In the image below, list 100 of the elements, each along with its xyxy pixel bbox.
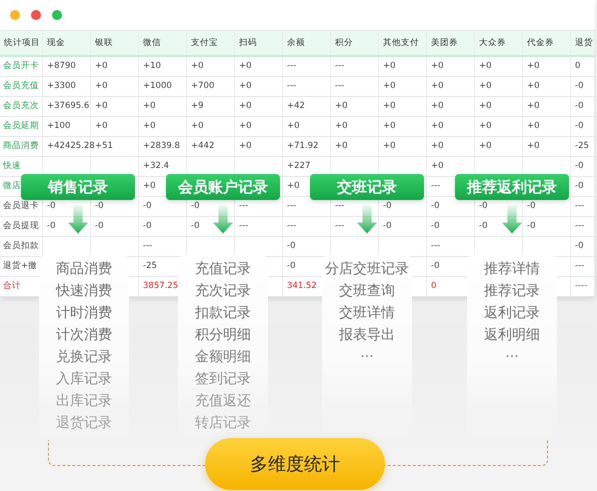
record-link[interactable]: 签到记录 <box>195 368 251 390</box>
table-cell: --- <box>335 61 344 72</box>
table-cell: +9 <box>191 101 204 112</box>
table-cell: +51 <box>95 141 113 152</box>
record-link[interactable]: 返利记录 <box>484 302 540 324</box>
record-link[interactable]: 交班详情 <box>339 302 395 324</box>
table-cell: +0 <box>431 161 444 172</box>
record-link[interactable]: 兑换记录 <box>56 346 112 368</box>
table-cell: --- <box>575 201 584 212</box>
table-cell: +0 <box>383 61 396 72</box>
record-link[interactable]: 商品消费 <box>56 258 112 280</box>
row-label: 会员扣款 <box>3 241 39 252</box>
table-cell: +0 <box>479 141 492 152</box>
record-link[interactable]: 快速消费 <box>56 280 112 302</box>
table-cell: ---- <box>575 281 588 292</box>
table-cell: +0 <box>287 121 300 132</box>
table-cell: +0 <box>239 81 252 92</box>
record-link[interactable]: 返利明细 <box>484 324 540 346</box>
table-cell: 3857.25 <box>143 281 178 292</box>
table-cell: --- <box>287 61 296 72</box>
table-cell: +0 <box>335 141 348 152</box>
record-link[interactable]: 出库记录 <box>56 390 112 412</box>
table-cell: +0 <box>335 121 348 132</box>
table-cell: +8790 <box>47 61 76 72</box>
table-cell: 0 <box>575 61 580 72</box>
table-cell: -25 <box>143 261 157 272</box>
row-label: 会员提现 <box>3 221 39 232</box>
record-link[interactable]: 积分明细 <box>195 324 251 346</box>
table-cell: --- <box>575 221 584 232</box>
table-cell: +0 <box>431 121 444 132</box>
category-button[interactable]: 销售记录 <box>21 174 135 200</box>
record-link[interactable]: ··· <box>360 346 374 368</box>
record-link[interactable]: 分店交班记录 <box>325 258 409 280</box>
record-link[interactable]: 报表导出 <box>339 324 395 346</box>
table-cell: +0 <box>431 141 444 152</box>
table-cell: +0 <box>239 101 252 112</box>
table-cell: -0 <box>431 201 440 212</box>
table-cell: +2839.8 <box>143 141 180 152</box>
table-cell: --- <box>287 221 296 232</box>
table-cell: -0 <box>383 201 392 212</box>
table-cell: --- <box>239 221 248 232</box>
table-cell: --- <box>143 241 152 252</box>
record-link[interactable]: 充次记录 <box>195 280 251 302</box>
table-cell: -0 <box>95 201 104 212</box>
table-cell: +700 <box>191 81 214 92</box>
table-cell: +42425.28 <box>47 141 95 152</box>
table-cell: 0 <box>431 281 436 292</box>
table-cell: -0 <box>287 261 296 272</box>
table-cell: -0 <box>431 221 440 232</box>
table-cell: +0 <box>143 101 156 112</box>
window-control-dot[interactable] <box>52 10 62 20</box>
window-control-dot[interactable] <box>10 10 20 20</box>
table-cell: +0 <box>479 121 492 132</box>
table-cell: +71.92 <box>287 141 318 152</box>
table-cell: -0 <box>431 261 440 272</box>
table-cell: +0 <box>287 181 300 192</box>
record-link[interactable]: 充值返还 <box>195 390 251 412</box>
table-cell: +0 <box>239 61 252 72</box>
record-link[interactable]: 扣款记录 <box>195 302 251 324</box>
summary-button[interactable]: 多维度统计 <box>205 438 385 490</box>
column-header: 退货 <box>575 38 593 48</box>
table-cell: +0 <box>143 181 156 192</box>
table-cell: -0 <box>383 221 392 232</box>
record-link[interactable]: 计次消费 <box>56 324 112 346</box>
column-header: 支付宝 <box>191 38 218 48</box>
table-cell: +0 <box>431 81 444 92</box>
category-button[interactable]: 推荐返利记录 <box>455 174 569 200</box>
record-link[interactable]: ··· <box>505 346 519 368</box>
record-link[interactable]: 充值记录 <box>195 258 251 280</box>
column-header: 银联 <box>95 38 113 48</box>
table-cell: -25 <box>575 141 589 152</box>
record-link[interactable]: 入库记录 <box>56 368 112 390</box>
table-cell: +227 <box>287 161 310 172</box>
record-link[interactable]: 交班查询 <box>339 280 395 302</box>
record-link[interactable]: 计时消费 <box>56 302 112 324</box>
table-cell: -0 <box>575 241 584 252</box>
table-cell: -0 <box>575 161 584 172</box>
table-cell: -0 <box>527 221 536 232</box>
window-control-dot[interactable] <box>31 10 41 20</box>
table-cell: -0 <box>575 121 584 132</box>
category-button[interactable]: 交班记录 <box>310 174 424 200</box>
table-cell: -0 <box>143 221 152 232</box>
table-cell: +0 <box>383 101 396 112</box>
column-header: 余额 <box>287 38 305 48</box>
record-link[interactable]: 推荐详情 <box>484 258 540 280</box>
table-cell: -0 <box>287 241 296 252</box>
table-cell: -0 <box>527 201 536 212</box>
table-cell: +0 <box>191 121 204 132</box>
category-button[interactable]: 会员账户记录 <box>166 174 280 200</box>
table-cell: +0 <box>479 61 492 72</box>
table-cell: +42 <box>287 101 305 112</box>
table-cell: +1000 <box>143 81 172 92</box>
row-label: 会员充值 <box>3 81 39 92</box>
row-label: 快速 <box>3 161 21 172</box>
column-header: 统计项目 <box>4 38 40 48</box>
record-link[interactable]: 金额明细 <box>195 346 251 368</box>
row-label: 合计 <box>3 281 21 292</box>
table-cell: +0 <box>239 121 252 132</box>
record-link[interactable]: 推荐记录 <box>484 280 540 302</box>
row-label: 会员退卡 <box>3 201 39 212</box>
